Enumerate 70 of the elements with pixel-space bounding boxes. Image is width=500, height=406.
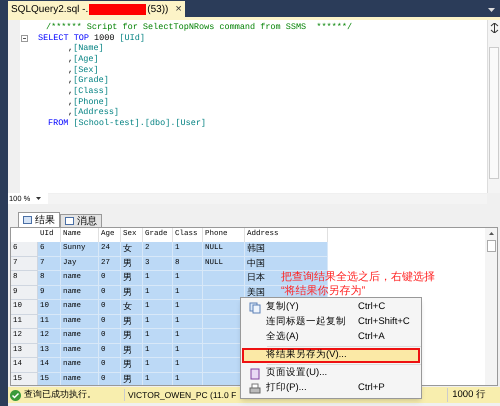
scroll-up-icon[interactable] [488, 232, 494, 235]
server-name: VICTOR_OWEN_PC (11.0 F [124, 388, 236, 402]
code-token: , [68, 96, 74, 109]
code-token: [Phone] [73, 96, 109, 108]
table-cell: 男 [121, 329, 143, 344]
dropdown-icon[interactable] [488, 8, 495, 12]
table-cell: 男 [121, 344, 143, 358]
menu-item[interactable]: 复制(Y) Ctrl+C [242, 300, 420, 315]
grid-icon [23, 216, 32, 224]
table-cell: 男 [121, 358, 143, 372]
table-cell: 中国 [245, 256, 328, 271]
annotation-text: “将结果你另存为” [281, 284, 366, 298]
editor-tab[interactable]: SQLQuery2.sql -. (53)) × [8, 1, 185, 17]
result-tab[interactable]: 结果 [18, 212, 60, 227]
printer-icon [249, 382, 261, 394]
code-token: FROM [48, 117, 68, 130]
grid-icon [65, 217, 74, 225]
code-token: [Address] [73, 106, 120, 118]
code-token: , [68, 64, 74, 76]
table-cell: 男 [121, 314, 143, 329]
table-cell: 男 [121, 256, 143, 271]
tab-title: SQLQuery2.sql -. [11, 2, 88, 16]
menu-item[interactable]: 连同标题一起复制 Ctrl+Shift+C [242, 315, 420, 330]
code-token: [Name] [73, 42, 104, 54]
code-token: 1000 [94, 32, 114, 44]
copy-icon [249, 302, 261, 314]
shortcut-text: Ctrl+C [358, 300, 386, 314]
code-token: [Grade] [73, 74, 109, 86]
code-token: , [68, 74, 74, 88]
code-token: [Class] [73, 85, 109, 98]
code-token: , [68, 53, 74, 66]
table-cell: 女 [121, 300, 143, 314]
shortcut-text: Ctrl+A [358, 330, 385, 344]
page-icon [249, 368, 261, 380]
vertical-scrollbar[interactable] [485, 228, 497, 385]
shortcut-text: Ctrl+P [358, 381, 385, 396]
tab-title: (53)) [147, 2, 168, 16]
annotation-text: 把查询结果全选之后，右键选择 [281, 270, 435, 284]
code-token: , [68, 106, 74, 120]
table-cell: 男 [121, 271, 143, 286]
redaction-block [89, 4, 146, 14]
scroll-thumb[interactable] [489, 47, 499, 179]
result-tab[interactable]: 消息 [60, 214, 102, 227]
table-cell: 男 [121, 286, 143, 300]
code-token: SELECT TOP [38, 32, 90, 44]
table-cell: 女 [121, 242, 143, 256]
code-token: [UId] [119, 32, 145, 44]
menu-item[interactable]: 打印(P)... Ctrl+P [242, 381, 420, 396]
table-cell: 男 [121, 372, 143, 385]
code-token: , [68, 42, 74, 56]
menu-item[interactable]: 将结果另存为(V)... [242, 348, 420, 363]
menu-item[interactable]: 全选(A) Ctrl+A [242, 330, 420, 345]
success-icon [10, 390, 21, 400]
scroll-thumb[interactable] [486, 240, 496, 252]
collapse-icon[interactable] [21, 34, 28, 42]
code-token: /****** Script for SelectTopNRows command from SSMS ******/ [46, 20, 352, 34]
shortcut-text: Ctrl+Shift+C [358, 315, 410, 330]
table-cell: 韩国 [245, 242, 328, 256]
code-token: , [68, 85, 74, 98]
code-token: [School-test].[dbo].[User] [73, 117, 206, 130]
vertical-scrollbar[interactable] [487, 20, 500, 193]
row-count: 1000 行 [447, 388, 486, 402]
code-token: [Sex] [73, 64, 99, 76]
horizontal-scrollbar[interactable] [48, 194, 487, 204]
code-token: [Age] [73, 53, 99, 66]
caret-icon [36, 197, 42, 200]
menu-item[interactable]: 页面设置(U)... [242, 366, 420, 381]
split-icon[interactable] [490, 23, 498, 33]
status-message: 查询已成功执行。 [24, 388, 97, 402]
close-button[interactable]: × [175, 0, 182, 18]
